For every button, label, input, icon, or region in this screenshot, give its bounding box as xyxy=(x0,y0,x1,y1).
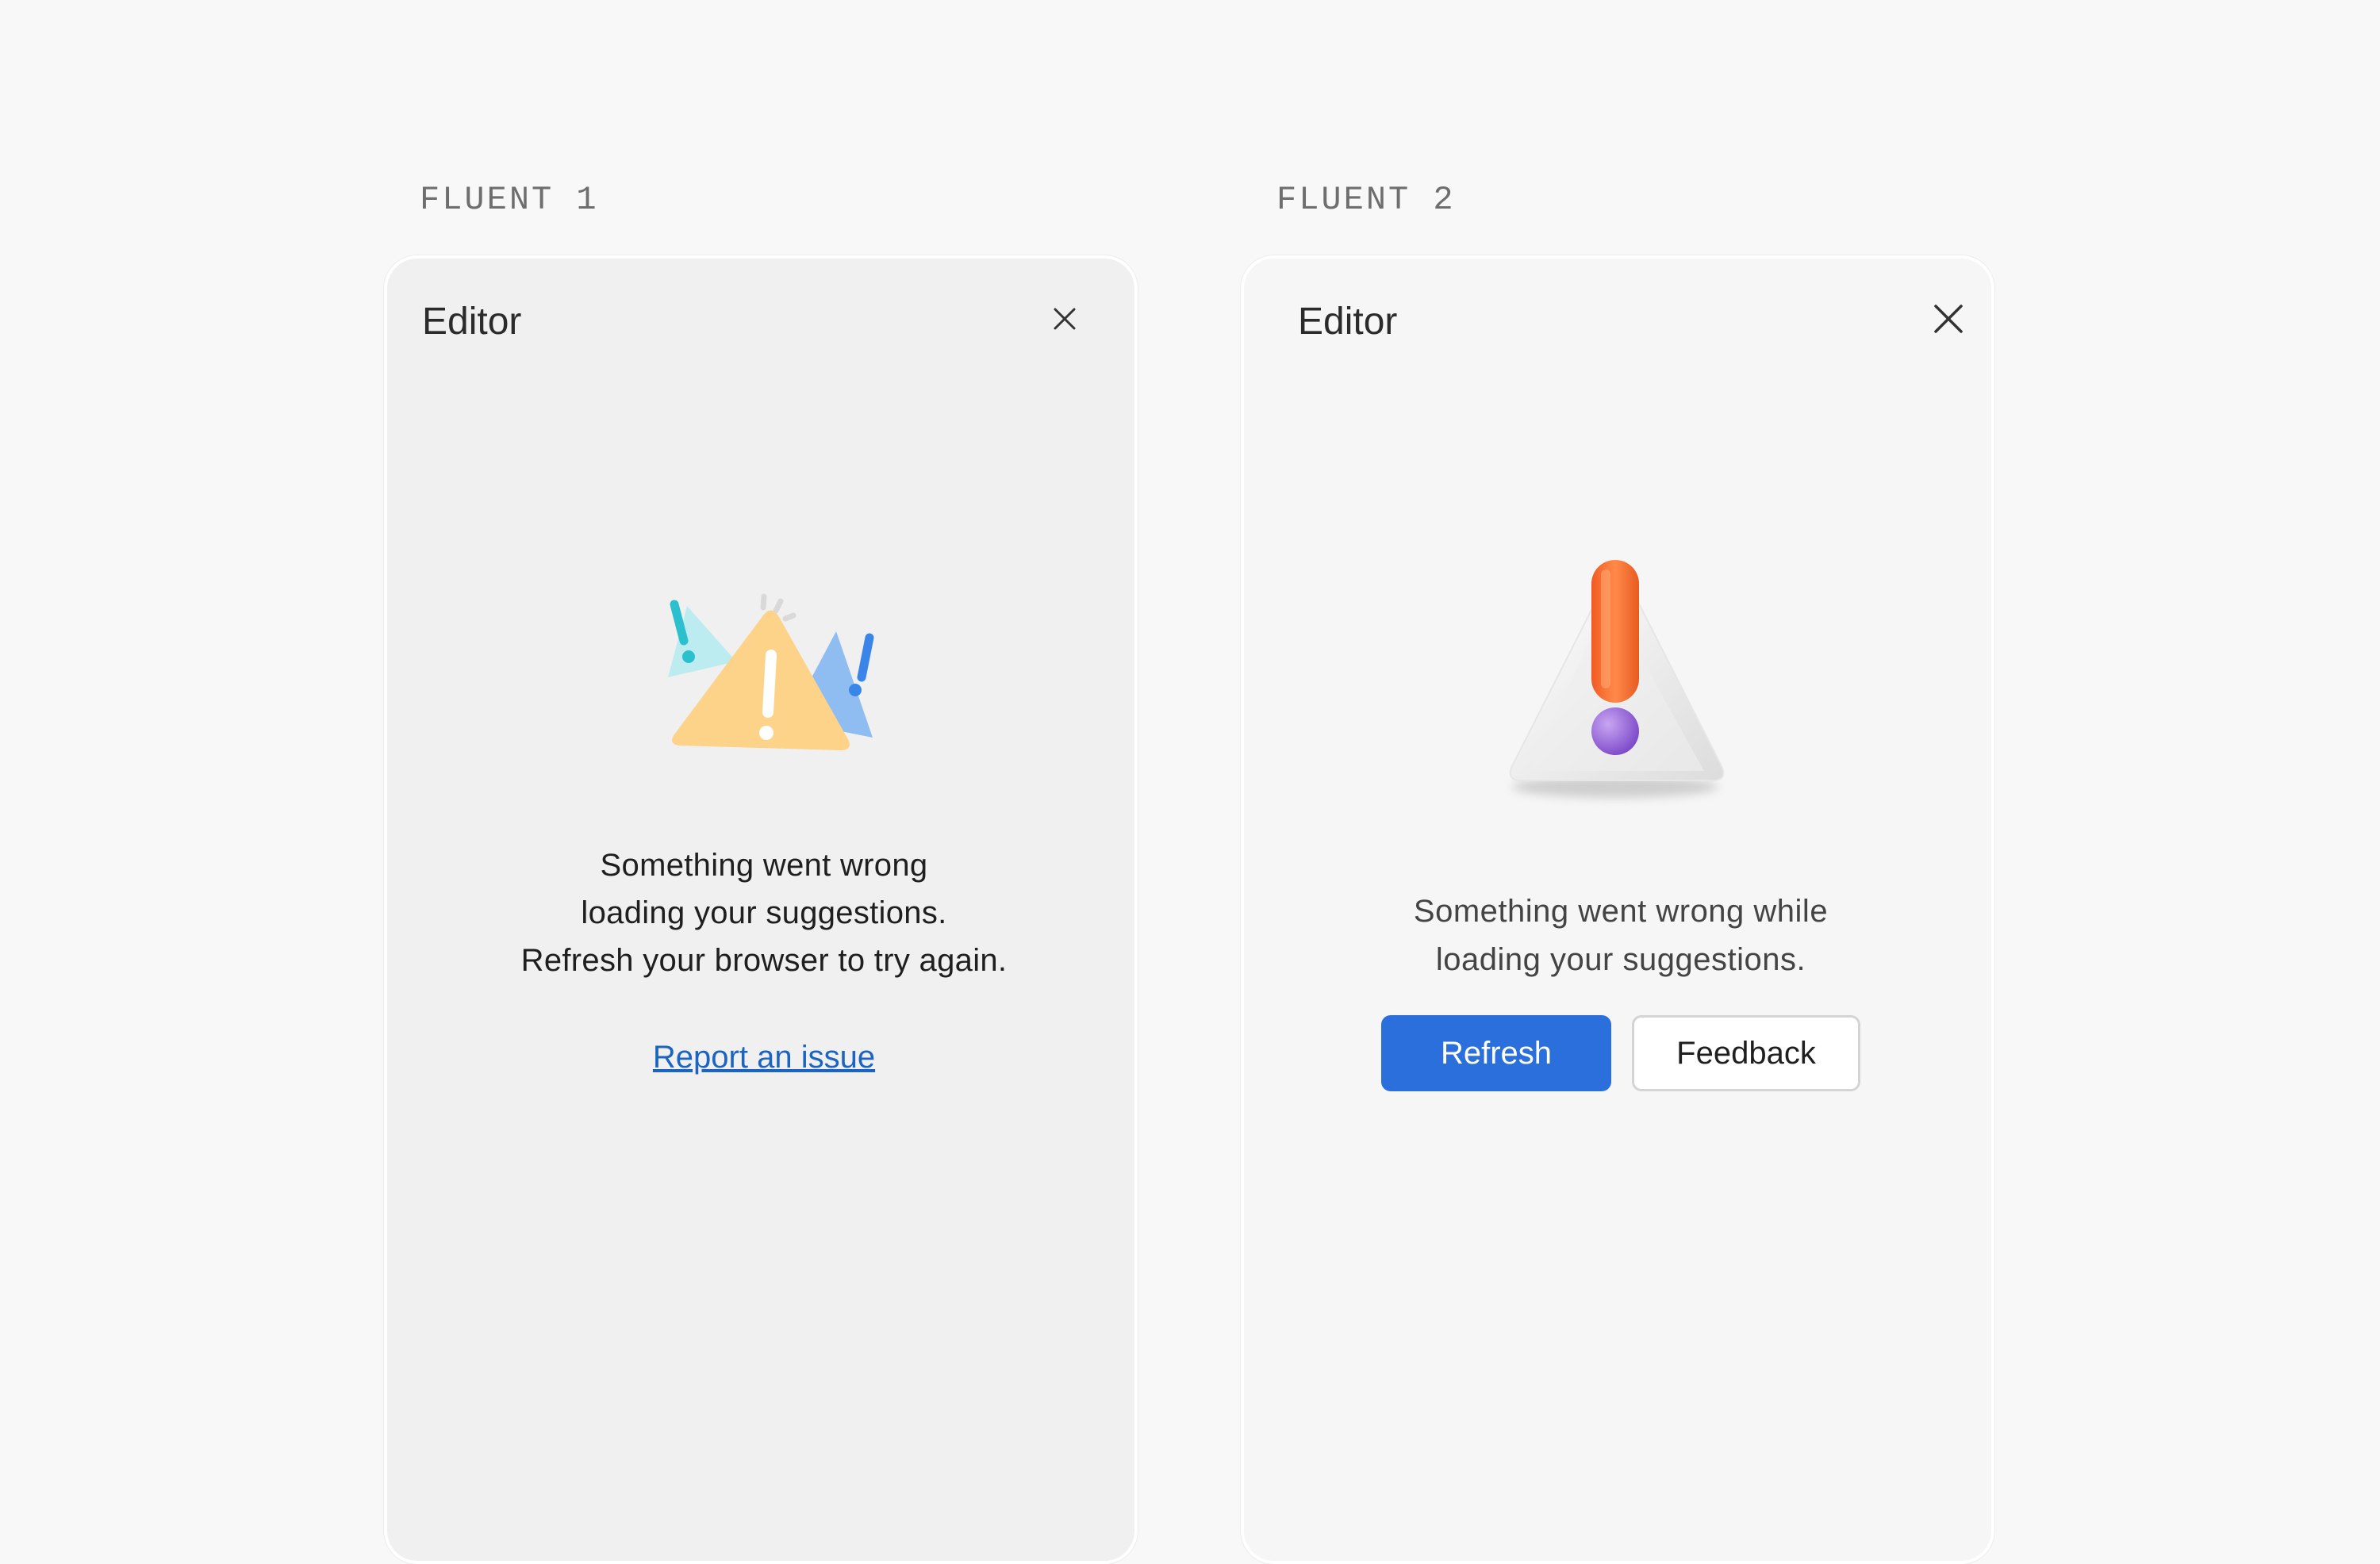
editor-panel-fluent-2: Editor Something went wrong while loadin… xyxy=(1241,255,1994,1564)
panel-title: Editor xyxy=(422,301,522,343)
editor-panel-fluent-1: Editor Something went wrong loading your… xyxy=(384,255,1138,1564)
section-label-fluent-2: FLUENT 2 xyxy=(1276,181,1456,219)
3d-warning-illustration-icon xyxy=(1509,560,1725,798)
warning-illustration-icon xyxy=(668,593,874,750)
panel-title: Editor xyxy=(1298,301,1398,343)
error-message: Something went wrong while loading your … xyxy=(1413,894,1829,977)
close-icon xyxy=(1934,305,1963,333)
refresh-button[interactable]: Refresh xyxy=(1381,1015,1611,1091)
close-icon xyxy=(1054,308,1076,330)
report-issue-link[interactable]: Report an issue xyxy=(387,1040,1134,1075)
close-button[interactable] xyxy=(1041,295,1088,343)
close-button[interactable] xyxy=(1925,295,1972,343)
error-message: Something went wrong loading your sugges… xyxy=(520,848,1008,978)
action-buttons: Refresh Feedback xyxy=(1381,1015,1860,1091)
section-label-fluent-1: FLUENT 1 xyxy=(420,181,599,219)
feedback-button[interactable]: Feedback xyxy=(1632,1015,1860,1091)
